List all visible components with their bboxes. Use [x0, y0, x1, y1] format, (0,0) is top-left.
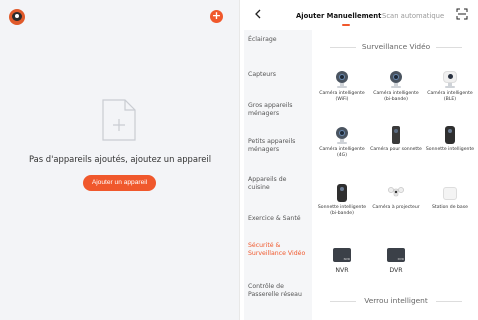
floodlight-camera-icon [387, 184, 405, 202]
category-security-video[interactable]: Sécurité & Surveillance Vidéo [248, 242, 310, 258]
scan-qr-icon[interactable] [456, 8, 468, 20]
doorbell-icon [387, 126, 405, 144]
device-smart-camera-dualband[interactable]: Caméra intelligente (bi-bande) [370, 70, 422, 102]
device-smart-doorbell[interactable]: Sonnette intelligente [424, 126, 476, 153]
device-smart-camera-ble[interactable]: Caméra intelligente (BLE) [424, 70, 476, 102]
category-sidebar: Éclairage Capteurs Gros appareils ménage… [244, 30, 312, 320]
empty-state-message: Pas d'appareils ajoutés, ajoutez un appa… [28, 154, 212, 164]
device-dvr[interactable]: DVR DVR [370, 246, 422, 274]
section-title-video: Surveillance Vidéo [314, 42, 478, 51]
add-device-button[interactable]: Ajouter un appareil [83, 175, 156, 191]
back-arrow-icon[interactable] [253, 9, 263, 19]
add-device-screen: Ajouter Manuellement Scan automatique Éc… [244, 0, 478, 320]
base-station-icon [441, 184, 459, 202]
profile-avatar[interactable] [9, 9, 25, 25]
device-grid: Surveillance Vidéo Caméra intelligente (… [314, 30, 478, 320]
device-floodlight-camera[interactable]: Caméra à projecteur [370, 184, 422, 211]
active-tab-indicator [342, 24, 350, 26]
tab-auto-scan[interactable]: Scan automatique [382, 12, 444, 20]
camera-icon [333, 126, 351, 144]
camera-icon [333, 70, 351, 88]
category-small-appliances[interactable]: Petits appareils ménagers [248, 138, 310, 154]
category-lighting[interactable]: Éclairage [248, 36, 310, 44]
dvr-icon: DVR [387, 246, 405, 264]
device-doorbell-camera[interactable]: Caméra pour sonnette [370, 126, 422, 153]
add-device-icon[interactable]: + [210, 10, 223, 23]
category-exercise-health[interactable]: Exercice & Santé [248, 215, 310, 223]
category-gateway-control[interactable]: Contrôle de Passerelle réseau [248, 283, 310, 299]
device-nvr[interactable]: NVR NVR [316, 246, 368, 274]
camera-icon [441, 70, 459, 88]
category-large-appliances[interactable]: Gros appareils ménagers [248, 102, 310, 118]
doorbell-icon [441, 126, 459, 144]
camera-icon [387, 70, 405, 88]
device-smart-doorbell-dualband[interactable]: Sonnette intelligente (bi-bande) [316, 184, 368, 216]
device-list-screen: + Pas d'appareils ajoutés, ajoutez un ap… [0, 0, 240, 320]
doorbell-icon [333, 184, 351, 202]
nvr-icon: NVR [333, 246, 351, 264]
device-smart-camera-4g[interactable]: Caméra intelligente (4G) [316, 126, 368, 158]
category-sensors[interactable]: Capteurs [248, 71, 310, 79]
header: Ajouter Manuellement Scan automatique [244, 0, 478, 30]
device-smart-camera-wifi[interactable]: Caméra intelligente (WiFi) [316, 70, 368, 102]
empty-document-icon [102, 99, 136, 141]
category-kitchen[interactable]: Appareils de cuisine [248, 176, 310, 192]
tab-manual-add[interactable]: Ajouter Manuellement [296, 12, 381, 20]
section-title-smart-lock: Verrou intelligent [314, 296, 478, 305]
device-base-station[interactable]: Station de base [424, 184, 476, 211]
